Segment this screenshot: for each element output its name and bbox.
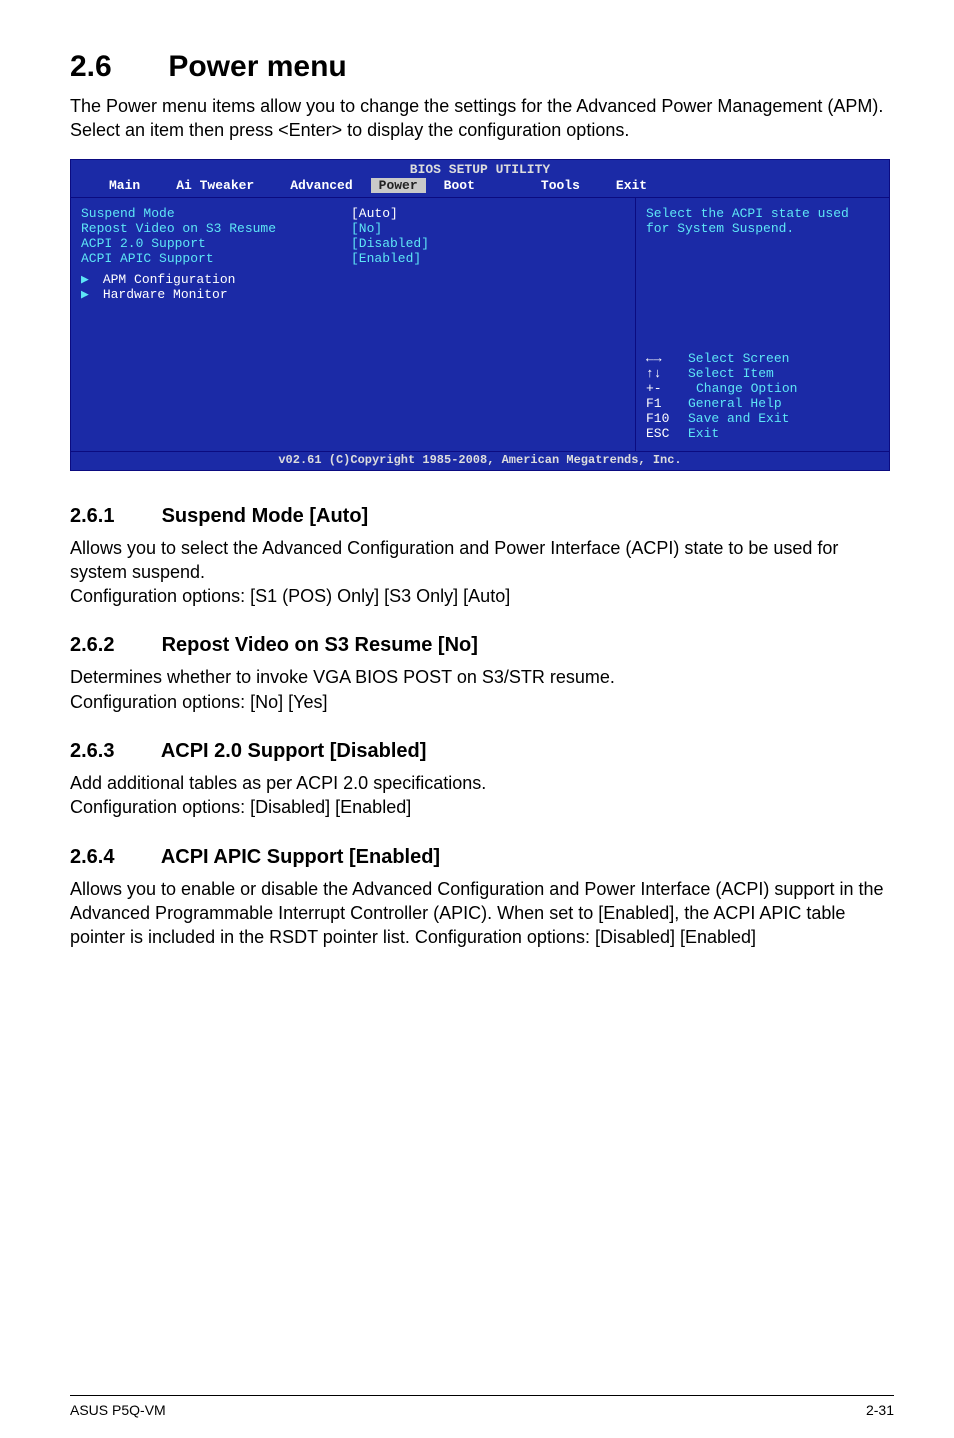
section-heading: 2.6.1 Suspend Mode [Auto]: [70, 505, 894, 528]
bios-body: Suspend Mode [Auto] Repost Video on S3 R…: [71, 197, 889, 451]
bios-submenu-label: APM Configuration: [103, 272, 236, 287]
bios-left-pane: Suspend Mode [Auto] Repost Video on S3 R…: [71, 198, 636, 451]
key-desc: General Help: [688, 396, 782, 411]
section-number: 2.6.3: [70, 740, 156, 763]
section-263: 2.6.3 ACPI 2.0 Support [Disabled] Add ad…: [70, 730, 894, 836]
bios-menu-aitweaker[interactable]: Ai Tweaker: [158, 178, 272, 193]
bios-submenu-hwmon[interactable]: ▶ Hardware Monitor: [81, 287, 625, 302]
key-desc: Select Item: [688, 366, 774, 381]
bios-menu: Main Ai Tweaker Advanced Power Boot Tool…: [71, 178, 889, 197]
section-number: 2.6.2: [70, 634, 156, 657]
bios-item-acpi-apic[interactable]: ACPI APIC Support [Enabled]: [81, 251, 625, 266]
bios-submenu-label: Hardware Monitor: [103, 287, 228, 302]
bios-item-acpi20[interactable]: ACPI 2.0 Support [Disabled]: [81, 236, 625, 251]
bios-item-label: ACPI 2.0 Support: [81, 236, 351, 251]
heading-number: 2.6: [70, 50, 160, 84]
bios-item-label: Repost Video on S3 Resume: [81, 221, 351, 236]
section-title: Suspend Mode [Auto]: [162, 505, 369, 527]
section-number: 2.6.1: [70, 505, 156, 528]
bios-title: BIOS SETUP UTILITY: [71, 160, 889, 178]
key-updown-icon: ↑↓: [646, 366, 688, 381]
key-desc: Exit: [688, 426, 719, 441]
bios-item-value: [No]: [351, 221, 382, 236]
bios-item-suspend-mode[interactable]: Suspend Mode [Auto]: [81, 206, 625, 221]
section-title: Repost Video on S3 Resume [No]: [162, 634, 478, 656]
triangle-icon: ▶: [81, 272, 95, 287]
triangle-icon: ▶: [81, 287, 95, 302]
key-esc: ESC: [646, 426, 688, 441]
footer-left: ASUS P5Q-VM: [70, 1402, 166, 1418]
bios-footer: v02.61 (C)Copyright 1985-2008, American …: [71, 451, 889, 470]
bios-menu-tools[interactable]: Tools: [523, 178, 598, 193]
section-262: 2.6.2 Repost Video on S3 Resume [No] Det…: [70, 624, 894, 730]
page-footer: ASUS P5Q-VM 2-31: [70, 1395, 894, 1418]
key-plusminus: +-: [646, 381, 688, 396]
intro-paragraph: The Power menu items allow you to change…: [70, 94, 894, 143]
bios-menu-power[interactable]: Power: [371, 178, 426, 193]
section-body: Allows you to enable or disable the Adva…: [70, 877, 894, 950]
key-desc: Change Option: [688, 381, 797, 396]
section-heading: 2.6.2 Repost Video on S3 Resume [No]: [70, 634, 894, 657]
key-desc: Select Screen: [688, 351, 789, 366]
section-body: Determines whether to invoke VGA BIOS PO…: [70, 665, 894, 714]
bios-item-label: ACPI APIC Support: [81, 251, 351, 266]
section-261: 2.6.1 Suspend Mode [Auto] Allows you to …: [70, 495, 894, 625]
section-body: Allows you to select the Advanced Config…: [70, 536, 894, 609]
bios-menu-main[interactable]: Main: [91, 178, 158, 193]
section-heading: 2.6.3 ACPI 2.0 Support [Disabled]: [70, 740, 894, 763]
bios-menu-advanced[interactable]: Advanced: [272, 178, 370, 193]
footer-right: 2-31: [866, 1402, 894, 1418]
bios-box: BIOS SETUP UTILITY Main Ai Tweaker Advan…: [70, 159, 890, 471]
heading-text: Power menu: [168, 50, 346, 83]
bios-item-repost-video[interactable]: Repost Video on S3 Resume [No]: [81, 221, 625, 236]
bios-help-desc: Select the ACPI state used for System Su…: [646, 206, 879, 236]
key-f1: F1: [646, 396, 688, 411]
bios-item-value: [Enabled]: [351, 251, 421, 266]
bios-submenu-apm[interactable]: ▶ APM Configuration: [81, 272, 625, 287]
bios-item-value: [Auto]: [351, 206, 398, 221]
key-leftright-icon: ←→: [646, 351, 688, 366]
section-title: ACPI APIC Support [Enabled]: [161, 846, 440, 868]
bios-menu-boot[interactable]: Boot: [426, 178, 493, 193]
page-heading: 2.6 Power menu: [70, 50, 894, 84]
key-desc: Save and Exit: [688, 411, 789, 426]
section-264: 2.6.4 ACPI APIC Support [Enabled] Allows…: [70, 836, 894, 966]
bios-item-label: Suspend Mode: [81, 206, 351, 221]
section-heading: 2.6.4 ACPI APIC Support [Enabled]: [70, 846, 894, 869]
bios-item-value: [Disabled]: [351, 236, 429, 251]
key-f10: F10: [646, 411, 688, 426]
bios-right-pane: Select the ACPI state used for System Su…: [636, 198, 889, 451]
section-body: Add additional tables as per ACPI 2.0 sp…: [70, 771, 894, 820]
section-title: ACPI 2.0 Support [Disabled]: [161, 740, 427, 762]
section-number: 2.6.4: [70, 846, 156, 869]
bios-menu-exit[interactable]: Exit: [598, 178, 665, 193]
bios-help-keys: ←→Select Screen ↑↓Select Item +-Change O…: [646, 351, 879, 441]
